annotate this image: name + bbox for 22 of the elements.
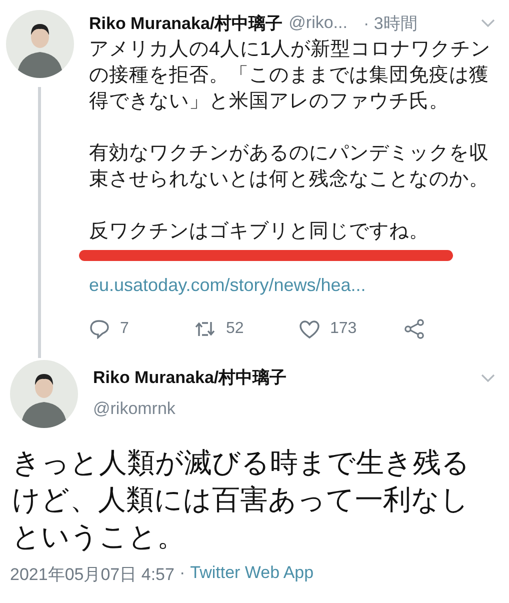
author-handle: @rikomrnk	[93, 399, 176, 419]
author-name: Riko Muranaka/村中璃子	[89, 12, 283, 34]
retweet-icon[interactable]	[194, 320, 216, 338]
source-link[interactable]: Twitter Web App	[190, 563, 314, 586]
tweet-date: 2021年05月07日 4:57	[10, 564, 174, 586]
link[interactable]: eu.usatoday.com/story/news/hea...	[89, 275, 509, 296]
action-count: 52	[226, 320, 244, 338]
share-icon[interactable]	[404, 319, 425, 339]
action-count: 173	[330, 320, 357, 338]
author-name: Riko Muranaka/村中璃子	[93, 367, 287, 389]
separator: ·	[179, 563, 186, 584]
tweet-text: 反ワクチンはゴキブリと同じですね。	[89, 219, 430, 244]
avatar	[10, 360, 78, 428]
tweet-text: 有効なワクチンがあるのにパンデミックを収束させられないとは何と残念なことなのか。	[89, 141, 490, 192]
comment-icon[interactable]	[89, 319, 110, 339]
author-handle: @riko...	[288, 13, 348, 33]
tweet-text: アメリカ人の4人に1人が新型コロナワクチンの接種を拒否。「このままでは集団免疫は獲得できない」と米国アレのファウチ氏。	[89, 37, 491, 114]
tweet-time: · 3時間	[363, 12, 418, 34]
heart-icon[interactable]	[299, 320, 320, 338]
action-count: 7	[120, 320, 129, 338]
avatar	[6, 10, 74, 78]
tweet-text: きっと人類が滅びる時まで生き残るけど、人類には百害あって一利なしということ。	[12, 446, 471, 554]
